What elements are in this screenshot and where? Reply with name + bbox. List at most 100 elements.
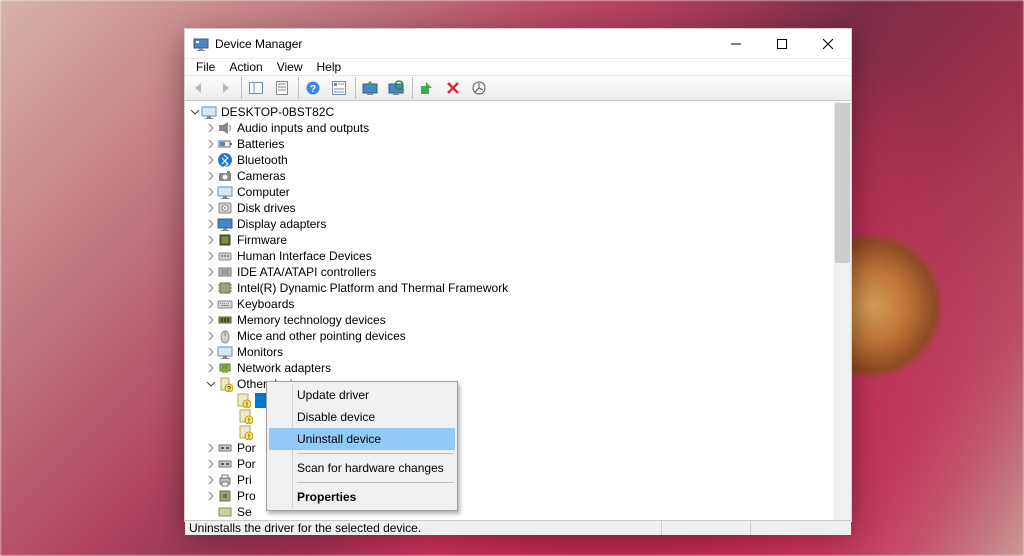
action-detail-button[interactable]	[327, 76, 351, 100]
expand-icon[interactable]	[205, 250, 217, 262]
status-separator	[661, 521, 662, 535]
statusbar: Uninstalls the driver for the selected d…	[185, 520, 851, 535]
ctx-scan-hardware[interactable]: Scan for hardware changes	[269, 457, 455, 479]
expand-icon[interactable]	[205, 458, 217, 470]
expand-icon[interactable]	[205, 442, 217, 454]
minimize-button[interactable]	[713, 29, 759, 59]
expand-icon[interactable]	[205, 474, 217, 486]
ctx-properties[interactable]: Properties	[269, 486, 455, 508]
mouse-icon	[217, 328, 233, 344]
unknown-device-icon: !	[235, 392, 251, 408]
bluetooth-icon	[217, 152, 233, 168]
unknown-device-icon: !	[237, 408, 253, 424]
category-label: Computer	[237, 185, 290, 199]
show-hide-tree-button[interactable]	[244, 76, 268, 100]
properties-button[interactable]	[270, 76, 294, 100]
status-text: Uninstalls the driver for the selected d…	[189, 521, 421, 535]
collapse-icon[interactable]	[189, 106, 201, 118]
tree-root[interactable]: DESKTOP-0BST82C	[185, 104, 851, 120]
context-menu: Update driver Disable device Uninstall d…	[266, 381, 458, 511]
menu-view[interactable]: View	[270, 59, 310, 75]
scrollbar-vertical[interactable]	[834, 102, 851, 520]
computer-icon	[201, 104, 217, 120]
expand-icon[interactable]	[205, 362, 217, 374]
category-label: Monitors	[237, 345, 283, 359]
category-firmware[interactable]: Firmware	[185, 232, 851, 248]
firmware-icon	[217, 232, 233, 248]
menu-help[interactable]: Help	[310, 59, 349, 75]
category-label-partial: Por	[237, 457, 256, 471]
expand-icon[interactable]	[205, 490, 217, 502]
category-disk[interactable]: Disk drives	[185, 200, 851, 216]
menu-file[interactable]: File	[189, 59, 222, 75]
category-ide[interactable]: IDE ATA/ATAPI controllers	[185, 264, 851, 280]
help-button[interactable]: ?	[301, 76, 325, 100]
category-computer[interactable]: Computer	[185, 184, 851, 200]
expand-icon[interactable]	[205, 170, 217, 182]
category-label-partial: Por	[237, 441, 256, 455]
ctx-update-driver[interactable]: Update driver	[269, 384, 455, 406]
expand-icon[interactable]	[205, 122, 217, 134]
category-label: Keyboards	[237, 297, 294, 311]
category-label-partial: Pri	[237, 473, 252, 487]
expand-icon[interactable]	[205, 234, 217, 246]
computer-icon	[217, 184, 233, 200]
category-label: IDE ATA/ATAPI controllers	[237, 265, 376, 279]
update-driver-button[interactable]	[358, 76, 382, 100]
toolbar-separator	[355, 77, 356, 99]
intel-icon	[217, 280, 233, 296]
category-mouse[interactable]: Mice and other pointing devices	[185, 328, 851, 344]
category-label: Batteries	[237, 137, 284, 151]
expand-icon[interactable]	[205, 282, 217, 294]
ctx-uninstall-device[interactable]: Uninstall device	[269, 428, 455, 450]
category-label: Network adapters	[237, 361, 331, 375]
category-camera[interactable]: Cameras	[185, 168, 851, 184]
expand-icon[interactable]	[205, 202, 217, 214]
toolbar: ?	[185, 75, 851, 101]
device-icon	[217, 440, 233, 456]
expand-icon[interactable]	[205, 186, 217, 198]
category-memory[interactable]: Memory technology devices	[185, 312, 851, 328]
window-title: Device Manager	[215, 37, 302, 51]
disable-device-button[interactable]	[467, 76, 491, 100]
category-label: Disk drives	[237, 201, 296, 215]
expand-icon[interactable]	[205, 138, 217, 150]
monitor-icon	[217, 344, 233, 360]
expand-icon[interactable]	[205, 346, 217, 358]
category-intel[interactable]: Intel(R) Dynamic Platform and Thermal Fr…	[185, 280, 851, 296]
context-menu-separator	[297, 453, 454, 454]
forward-button	[213, 76, 237, 100]
close-button[interactable]	[805, 29, 851, 59]
category-bluetooth[interactable]: Bluetooth	[185, 152, 851, 168]
expand-icon[interactable]	[205, 314, 217, 326]
enable-device-button[interactable]	[415, 76, 439, 100]
unknown-device-icon: !	[237, 424, 253, 440]
ctx-disable-device[interactable]: Disable device	[269, 406, 455, 428]
scan-hardware-button[interactable]	[384, 76, 408, 100]
uninstall-device-button[interactable]	[441, 76, 465, 100]
device-icon	[217, 456, 233, 472]
expand-icon[interactable]	[205, 218, 217, 230]
back-button	[187, 76, 211, 100]
collapse-icon[interactable]	[205, 378, 217, 390]
expand-icon[interactable]	[205, 330, 217, 342]
category-audio[interactable]: Audio inputs and outputs	[185, 120, 851, 136]
memory-icon	[217, 312, 233, 328]
toolbar-separator	[412, 77, 413, 99]
category-hid[interactable]: Human Interface Devices	[185, 248, 851, 264]
category-battery[interactable]: Batteries	[185, 136, 851, 152]
maximize-button[interactable]	[759, 29, 805, 59]
expand-icon[interactable]	[205, 298, 217, 310]
category-network[interactable]: Network adapters	[185, 360, 851, 376]
app-icon	[193, 36, 209, 52]
scrollbar-thumb[interactable]	[835, 103, 850, 263]
category-display[interactable]: Display adapters	[185, 216, 851, 232]
expand-icon[interactable]	[205, 266, 217, 278]
category-monitor[interactable]: Monitors	[185, 344, 851, 360]
hid-icon	[217, 248, 233, 264]
menu-action[interactable]: Action	[222, 59, 269, 75]
category-label-partial: Se	[237, 505, 252, 519]
device-icon	[217, 488, 233, 504]
expand-icon[interactable]	[205, 154, 217, 166]
category-keyboard[interactable]: Keyboards	[185, 296, 851, 312]
